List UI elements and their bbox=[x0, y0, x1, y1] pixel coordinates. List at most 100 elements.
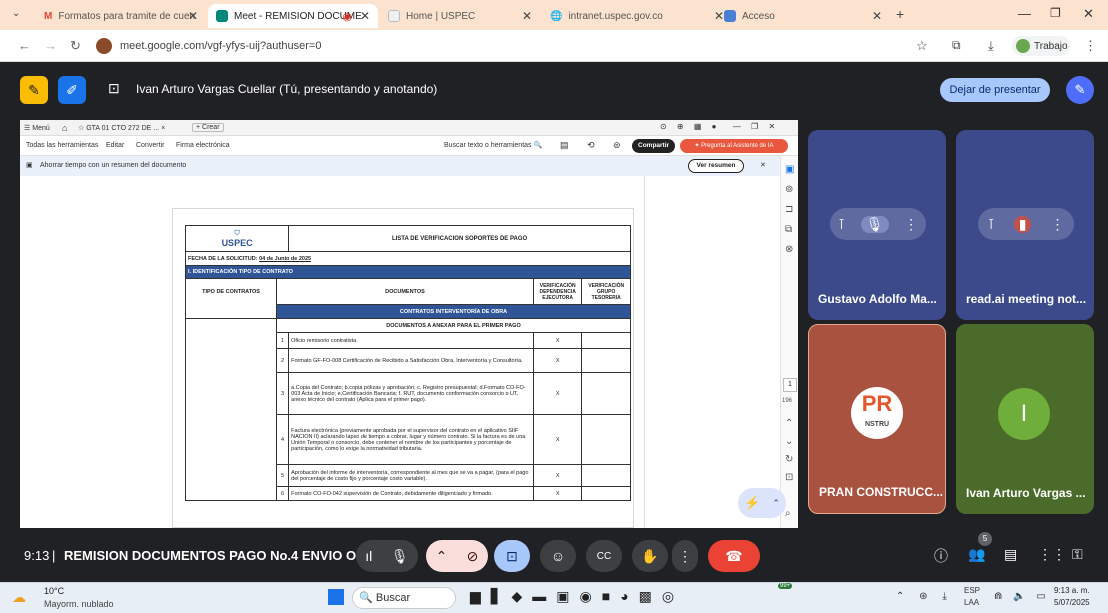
reader-doc-tab[interactable]: ☆ GTA 01 CTO 272 DE ... × bbox=[78, 124, 188, 132]
restore-icon[interactable]: ❐ bbox=[1050, 6, 1061, 20]
reader-window-controls[interactable]: ⊙ ⊕ ▦ ● — ❐ ✕ bbox=[660, 122, 779, 131]
bookmark-star-icon[interactable]: ☆ bbox=[916, 38, 928, 54]
clock-time[interactable]: 9:13 a. m. bbox=[1054, 586, 1090, 595]
col-header-docs: DOCUMENTOS bbox=[276, 278, 534, 305]
close-icon[interactable]: ✕ bbox=[522, 9, 532, 23]
ai-assistant-button[interactable]: ✦ Pregunta al Asistente de IA bbox=[680, 139, 788, 153]
host-controls-icon[interactable]: ⚿ bbox=[1072, 546, 1083, 563]
refresh-icon[interactable]: ↻ bbox=[785, 454, 793, 465]
tab-search-icon[interactable]: ⌄ bbox=[12, 8, 20, 19]
tab-uspec[interactable]: Home | USPEC ✕ bbox=[380, 4, 540, 28]
reactions-button[interactable]: ☺ bbox=[540, 540, 576, 572]
zoom-icon[interactable]: ⌕ bbox=[785, 508, 791, 519]
raise-hand-button[interactable]: ✋ bbox=[632, 540, 668, 572]
tile-controls[interactable]: ⊺ 🎙 ⋮ bbox=[830, 208, 926, 240]
download-icon[interactable]: ⤓ bbox=[988, 38, 994, 54]
camera-button[interactable]: ⌃ ⊘ bbox=[426, 540, 488, 572]
new-tab-button[interactable]: + bbox=[896, 6, 904, 22]
page-number[interactable]: 1 bbox=[783, 378, 797, 392]
minimize-icon[interactable]: — bbox=[1018, 6, 1031, 21]
forward-icon[interactable]: → bbox=[44, 38, 57, 53]
activities-icon[interactable]: ⋮⋮ bbox=[1038, 546, 1066, 563]
extensions-icon[interactable]: ⧉ bbox=[952, 38, 961, 53]
participant-tile[interactable]: I Ivan Arturo Vargas ... bbox=[956, 324, 1094, 514]
lang-1[interactable]: ESP bbox=[964, 586, 980, 595]
close-icon[interactable]: ✕ bbox=[188, 9, 198, 23]
more-icon[interactable]: ⋮ bbox=[904, 216, 918, 233]
tray-icons[interactable]: ⌃ ⊛ ⤓ bbox=[896, 591, 953, 602]
chat-icon[interactable]: ▤ bbox=[1004, 546, 1017, 563]
pin-icon[interactable]: ⊺ bbox=[987, 216, 994, 233]
tab-acceso[interactable]: Acceso ✕ bbox=[716, 4, 890, 28]
participant-tile[interactable]: PR NSTRU PRAN CONSTRUCC... bbox=[808, 324, 946, 514]
back-icon[interactable]: ← bbox=[18, 38, 31, 53]
close-icon[interactable]: ✕ bbox=[872, 9, 882, 23]
rail-icon-1[interactable]: ⊚ bbox=[785, 184, 793, 195]
participant-tile[interactable]: ⊺ 🎙 ⋮ Gustavo Adolfo Ma... bbox=[808, 130, 946, 320]
window-close-icon[interactable]: ✕ bbox=[1083, 6, 1094, 22]
taskbar-search[interactable]: 🔍 Buscar bbox=[352, 587, 456, 609]
weather-icon: ☁ bbox=[12, 589, 26, 605]
row-text: Factura electrónica (previamente aprobad… bbox=[288, 414, 534, 465]
mic-off-icon[interactable]: ▮ bbox=[1013, 215, 1032, 233]
start-icon[interactable] bbox=[328, 589, 344, 605]
tool-all[interactable]: Todas las herramientas bbox=[26, 142, 98, 149]
tool-convert[interactable]: Convertir bbox=[136, 142, 164, 149]
share-button[interactable]: Compartir bbox=[632, 139, 676, 153]
meeting-time: 9:13 bbox=[24, 548, 50, 563]
participant-tile[interactable]: ⊺ ▮ ⋮ read.ai meeting not... bbox=[956, 130, 1094, 320]
mic-button[interactable]: ıl 🎙 bbox=[356, 540, 418, 572]
edit-doc-icon[interactable]: ✐ bbox=[58, 76, 86, 104]
close-icon[interactable]: ✕ bbox=[360, 9, 370, 23]
mic-icon[interactable]: 🎙 bbox=[860, 215, 889, 233]
end-call-button[interactable]: ☎ bbox=[708, 540, 760, 572]
quick-action-button[interactable]: ⚡ ⌃ bbox=[738, 488, 786, 518]
row-number: 1 bbox=[276, 332, 290, 349]
tool-sign[interactable]: Firma electrónica bbox=[176, 142, 230, 149]
people-icon[interactable]: 👥 bbox=[968, 546, 985, 563]
menu-icon[interactable]: ⋮ bbox=[1084, 38, 1097, 54]
page-icon bbox=[724, 10, 736, 22]
summary-button[interactable]: Ver resumen bbox=[688, 159, 744, 173]
stop-presenting-button[interactable]: Dejar de presentar bbox=[940, 78, 1050, 102]
rail-icon-2[interactable]: ⊐ bbox=[785, 204, 793, 215]
tool-edit[interactable]: Editar bbox=[106, 142, 124, 149]
site-info-icon[interactable] bbox=[96, 38, 112, 54]
reader-search[interactable]: Buscar texto o herramientas 🔍 bbox=[444, 141, 542, 149]
tile-controls[interactable]: ⊺ ▮ ⋮ bbox=[978, 208, 1074, 240]
comment-icon[interactable]: ▣ bbox=[785, 164, 794, 175]
reader-tool-icons[interactable]: ▤ ⟲ ⊜ bbox=[560, 140, 629, 151]
col-header-v1: VERIFICACIÓN DEPENDENCIA EJECUTORA bbox=[532, 278, 583, 305]
more-icon[interactable]: ⋮ bbox=[1050, 216, 1064, 233]
lang-2[interactable]: LAA bbox=[964, 598, 979, 607]
banner-close-icon[interactable]: ✕ bbox=[760, 161, 766, 169]
captions-button[interactable]: CC bbox=[586, 540, 622, 572]
uspec-logo: ⛉ USPEC bbox=[184, 225, 290, 252]
profile-chip[interactable]: Trabajo bbox=[1012, 36, 1070, 56]
rail-icon-3[interactable]: ⧉ bbox=[785, 224, 792, 235]
reader-new-tab[interactable]: + Crear bbox=[192, 123, 224, 132]
page-down-icon[interactable]: ⌄ bbox=[785, 436, 793, 447]
info-icon[interactable]: ⓘ bbox=[934, 546, 948, 566]
fit-icon[interactable]: ⊡ bbox=[785, 472, 793, 483]
row-check: X bbox=[532, 464, 583, 487]
taskbar-apps[interactable]: ▆▋◆▬▣◉■◕▩◎ bbox=[470, 588, 684, 605]
rail-icon-4[interactable]: ⊗ bbox=[785, 244, 793, 255]
tab-intranet[interactable]: 🌐 intranet.uspec.gov.co ✕ bbox=[542, 4, 732, 28]
tab-meet[interactable]: Meet - REMISION DOCUME ◉ ✕ bbox=[208, 4, 378, 28]
more-options-button[interactable]: ⋮ bbox=[672, 540, 698, 572]
tab-gmail[interactable]: M Formatos para tramite de cuen ✕ bbox=[36, 4, 206, 28]
pen-icon[interactable]: ✎ bbox=[1066, 76, 1094, 104]
network-volume-battery-icons[interactable]: ⋒ 🔈 ▭ bbox=[994, 591, 1050, 602]
reload-icon[interactable]: ↻ bbox=[70, 38, 81, 54]
url-field[interactable]: meet.google.com/vgf-yfys-uij?authuser=0 bbox=[90, 35, 910, 57]
present-button[interactable]: ⊡ bbox=[494, 540, 530, 572]
reader-menu[interactable]: ☰ Menú bbox=[24, 124, 50, 132]
pin-icon[interactable]: ⊺ bbox=[838, 216, 845, 233]
row-check: X bbox=[532, 372, 583, 415]
annotation-icon[interactable]: ✎ bbox=[20, 76, 48, 104]
clock-date[interactable]: 5/07/2025 bbox=[1054, 598, 1090, 607]
page-up-icon[interactable]: ⌃ bbox=[785, 418, 793, 429]
mic-icon: 🎙 bbox=[390, 547, 409, 564]
reader-home-icon[interactable]: ⌂ bbox=[62, 123, 67, 133]
